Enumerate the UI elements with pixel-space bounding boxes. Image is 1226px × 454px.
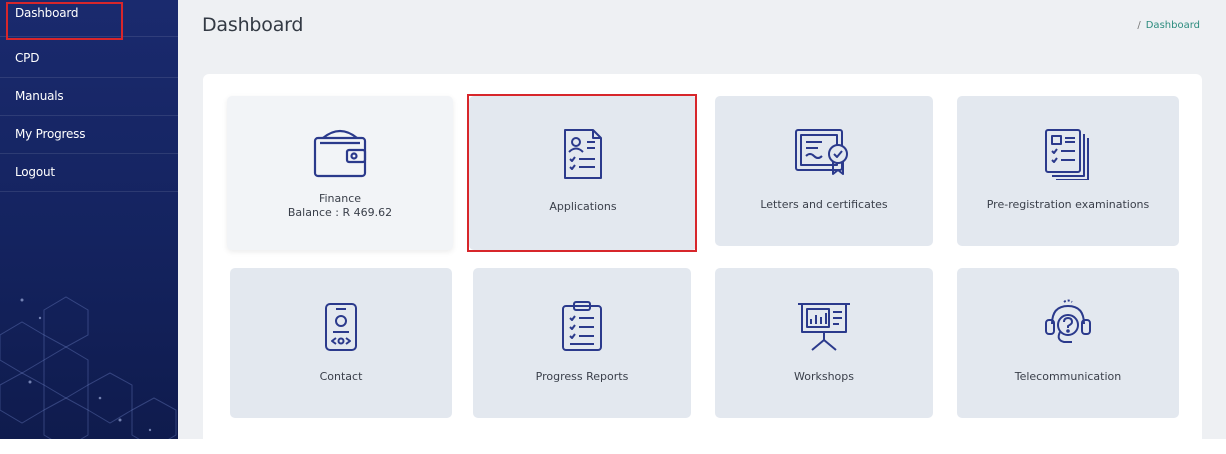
tile-progress-reports[interactable]: Progress Reports [473, 268, 691, 418]
breadcrumb: / Dashboard [1137, 20, 1200, 31]
dashboard-panel: Finance Balance : R 469.62 Applications [203, 74, 1202, 454]
sidebar: Dashboard CPD Manuals My Progress Logout [0, 0, 178, 439]
tile-applications[interactable]: Applications [469, 96, 697, 250]
breadcrumb-separator: / [1137, 20, 1141, 31]
sidebar-item-label: My Progress [15, 127, 86, 141]
tile-label: Contact [319, 370, 363, 383]
finance-balance: Balance : R 469.62 [287, 206, 393, 219]
hexagon-pattern-decoration [0, 296, 177, 439]
sidebar-item-manuals[interactable]: Manuals [0, 79, 178, 116]
tile-label: Letters and certificates [760, 198, 888, 211]
tile-telecommunication[interactable]: Telecommunication [957, 268, 1179, 418]
presentation-board-icon [798, 303, 850, 351]
tile-label: Telecommunication [1014, 370, 1122, 383]
sidebar-item-my-progress[interactable]: My Progress [0, 117, 178, 154]
tile-contact[interactable]: Contact [230, 268, 452, 418]
breadcrumb-current[interactable]: Dashboard [1146, 20, 1200, 31]
tile-letters-certificates[interactable]: Letters and certificates [715, 96, 933, 246]
tile-label: Finance [318, 192, 362, 205]
sidebar-item-cpd[interactable]: CPD [0, 41, 178, 78]
application-form-icon [564, 129, 602, 179]
exam-papers-icon [1045, 129, 1089, 180]
tile-finance[interactable]: Finance Balance : R 469.62 [227, 96, 453, 250]
clipboard-report-icon [562, 301, 602, 351]
sidebar-item-label: CPD [15, 51, 40, 65]
sidebar-item-logout[interactable]: Logout [0, 155, 178, 192]
contact-card-icon [325, 303, 357, 351]
tile-pre-registration-examinations[interactable]: Pre-registration examinations [957, 96, 1179, 246]
tile-label: Workshops [793, 370, 854, 383]
tile-label: Pre-registration examinations [986, 198, 1150, 211]
headset-icon [1045, 299, 1091, 343]
active-highlight-box [6, 2, 123, 40]
page-title: Dashboard [202, 14, 304, 36]
tile-label: Progress Reports [535, 370, 629, 383]
tile-workshops[interactable]: Workshops [715, 268, 933, 418]
certificate-icon [795, 129, 848, 175]
main-content: Dashboard / Dashboard Finance Balance : R… [178, 0, 1226, 454]
sidebar-item-label: Manuals [15, 89, 64, 103]
wallet-icon [313, 129, 367, 178]
tile-label: Applications [549, 200, 617, 213]
sidebar-item-dashboard[interactable]: Dashboard [0, 0, 178, 40]
sidebar-item-label: Logout [15, 165, 55, 179]
